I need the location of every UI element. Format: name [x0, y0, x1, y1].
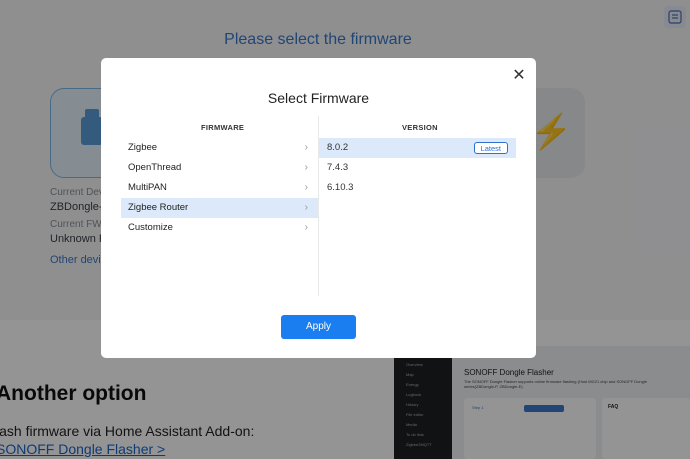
chevron-right-icon: ›: [304, 182, 308, 193]
chevron-right-icon: ›: [304, 162, 308, 173]
firmware-item-label: Customize: [128, 222, 173, 233]
version-item-6-10-3[interactable]: 6.10.3: [319, 178, 516, 198]
firmware-column-header: FIRMWARE: [201, 123, 245, 132]
version-list: 8.0.2 Latest 7.4.3 6.10.3: [319, 138, 516, 198]
firmware-item-multipan[interactable]: MultiPAN ›: [121, 178, 318, 198]
firmware-item-zigbee-router[interactable]: Zigbee Router ›: [121, 198, 318, 218]
version-item-label: 8.0.2: [327, 142, 349, 153]
firmware-list: Zigbee › OpenThread › MultiPAN › Zigbee …: [121, 138, 318, 238]
chevron-right-icon: ›: [304, 142, 308, 153]
firmware-item-label: Zigbee: [128, 142, 158, 153]
version-column-header: VERSION: [402, 123, 438, 132]
chevron-right-icon: ›: [304, 202, 308, 213]
firmware-item-label: MultiPAN: [128, 182, 167, 193]
version-item-8-0-2[interactable]: 8.0.2 Latest: [319, 138, 516, 158]
close-icon[interactable]: ✕: [511, 68, 527, 84]
latest-badge: Latest: [473, 142, 508, 154]
firmware-item-zigbee[interactable]: Zigbee ›: [121, 138, 318, 158]
chevron-right-icon: ›: [304, 222, 308, 233]
version-item-label: 6.10.3: [327, 182, 354, 193]
apply-button[interactable]: Apply: [281, 315, 356, 339]
version-item-7-4-3[interactable]: 7.4.3: [319, 158, 516, 178]
firmware-item-label: Zigbee Router: [128, 202, 189, 213]
firmware-item-openthread[interactable]: OpenThread ›: [121, 158, 318, 178]
firmware-item-customize[interactable]: Customize ›: [121, 218, 318, 238]
select-firmware-dialog: Select Firmware ✕ FIRMWARE VERSION Zigbe…: [101, 58, 536, 358]
firmware-item-label: OpenThread: [128, 162, 182, 173]
dialog-title: Select Firmware: [267, 90, 370, 106]
version-item-label: 7.4.3: [327, 162, 349, 173]
